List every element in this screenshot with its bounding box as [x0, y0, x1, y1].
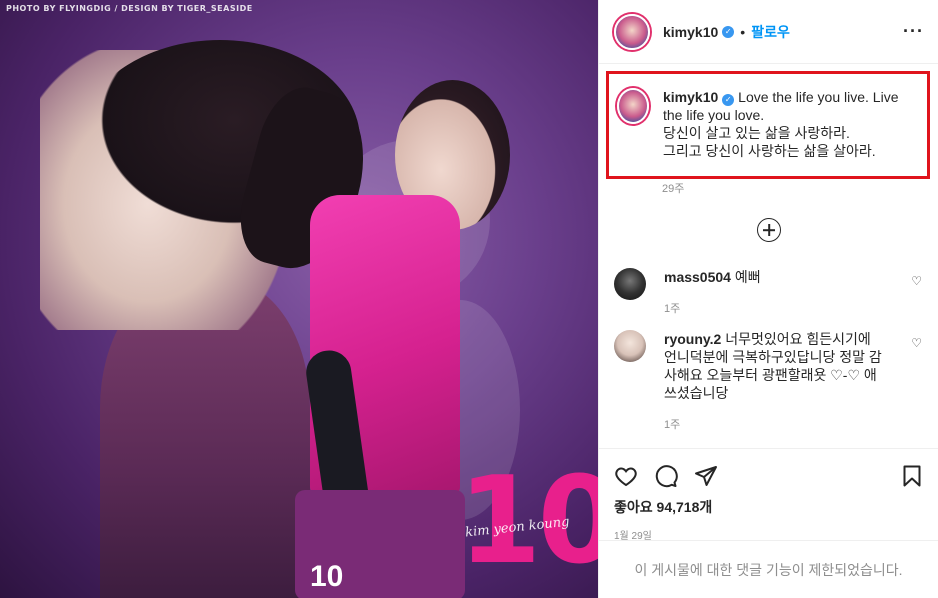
caption-avatar[interactable] [617, 88, 649, 124]
comment-bubble-icon[interactable] [654, 464, 678, 488]
commenter-avatar[interactable] [614, 268, 646, 300]
author-avatar[interactable] [614, 13, 650, 50]
commenter-username[interactable]: ryouny.2 [664, 331, 721, 347]
post-side-panel: kimyk10 ✓ • 팔로우 ··· kimyk10 ✓ Love the li… [598, 0, 938, 598]
photo-credit: PHOTO BY FLYINGDIG / DESIGN BY TIGER_SEA… [6, 4, 253, 13]
verified-badge-icon: ✓ [722, 25, 735, 38]
caption-username[interactable]: kimyk10 [663, 89, 718, 105]
bookmark-icon[interactable] [900, 464, 924, 488]
verified-badge-icon: ✓ [722, 94, 735, 106]
commenter-username[interactable]: mass0504 [664, 269, 731, 285]
load-more-comments[interactable] [614, 218, 924, 242]
author-username[interactable]: kimyk10 [663, 24, 718, 40]
player-figure [295, 80, 510, 598]
comment-item: mass0504 예뻐 1주 ♡ [614, 268, 924, 318]
follow-button[interactable]: 팔로우 [751, 22, 790, 42]
comments-disabled-notice: 이 게시물에 대한 댓글 기능이 제한되었습니다. [599, 540, 938, 598]
post-header: kimyk10 ✓ • 팔로우 ··· [599, 0, 938, 64]
commenter-avatar[interactable] [614, 330, 646, 362]
caption-highlight-box: kimyk10 ✓ Love the life you live. Live th… [606, 71, 930, 179]
caption-text: kimyk10 ✓ Love the life you live. Live th… [663, 88, 915, 160]
comment-body: ryouny.2 너무멋있어요 힘든시기에 언니덕분에 극복하구있답니당 정말 … [664, 330, 884, 434]
action-icons-row [614, 455, 924, 497]
comment-body: mass0504 예뻐 1주 [664, 268, 884, 318]
post-image[interactable]: PHOTO BY FLYINGDIG / DESIGN BY TIGER_SEA… [0, 0, 598, 598]
comment-text: 예뻐 [734, 269, 761, 285]
jersey-number: 10 [310, 560, 344, 593]
share-paper-plane-icon[interactable] [694, 464, 718, 488]
comment-time[interactable]: 1주 [664, 300, 884, 318]
comment-like-heart-icon[interactable]: ♡ [911, 336, 922, 350]
comment-item: ryouny.2 너무멋있어요 힘든시기에 언니덕분에 극복하구있답니당 정말 … [614, 330, 924, 434]
separator-dot: • [740, 23, 746, 40]
plus-circle-icon[interactable] [757, 218, 781, 242]
more-options-icon[interactable]: ··· [903, 21, 924, 42]
caption-line-2: 당신이 살고 있는 삶을 사랑하라. [663, 125, 850, 141]
comment-time[interactable]: 1주 [664, 416, 884, 434]
caption-timestamp[interactable]: 29주 [662, 180, 924, 196]
post-actions: 좋아요 94,718개 1월 29일 이 게시물에 대한 댓글 기능이 제한되었… [599, 448, 938, 598]
like-heart-icon[interactable] [614, 464, 638, 488]
caption-line-3: 그리고 당신이 사랑하는 삶을 살아라. [663, 143, 876, 159]
comment-like-heart-icon[interactable]: ♡ [911, 274, 922, 288]
likes-count[interactable]: 좋아요 94,718개 [614, 497, 924, 517]
instagram-post-view: PHOTO BY FLYINGDIG / DESIGN BY TIGER_SEA… [0, 0, 938, 598]
